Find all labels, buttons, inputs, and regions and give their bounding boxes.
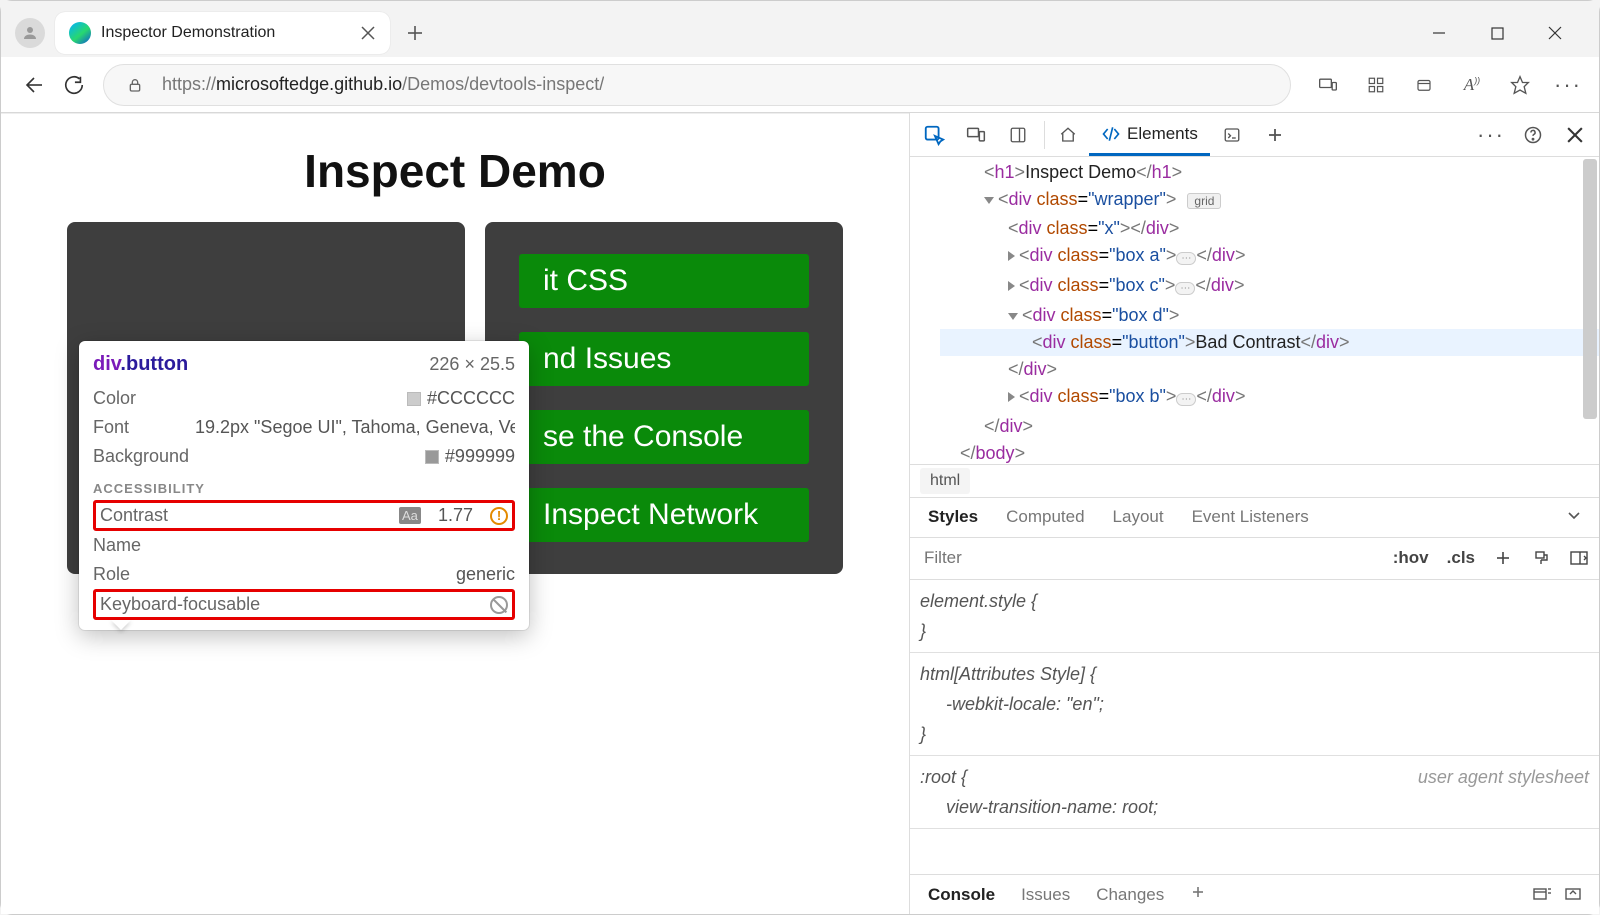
inspect-network-button[interactable]: Inspect Network	[519, 488, 809, 542]
tooltip-contrast-row: Contrast Aa 1.77 !	[93, 500, 515, 531]
address-bar[interactable]: https://microsoftedge.github.io/Demos/de…	[103, 64, 1291, 106]
drawer-collapse-icon[interactable]	[1533, 885, 1551, 905]
inspect-element-toggle[interactable]	[916, 117, 952, 153]
settings-menu-icon[interactable]: ···	[1473, 117, 1509, 153]
help-icon[interactable]	[1515, 117, 1551, 153]
tooltip-background-row: Background #999999	[93, 442, 515, 471]
console-drawer-tab[interactable]: Console	[928, 885, 995, 905]
back-button[interactable]	[19, 72, 45, 98]
read-aloud-icon[interactable]: A))	[1459, 72, 1485, 98]
devtools-panel: Elements ··· <h1>Inspect Demo</h1> <div …	[909, 113, 1599, 914]
tooltip-font-row: Font 19.2px "Segoe UI", Tahoma, Geneva, …	[93, 413, 515, 442]
refresh-button[interactable]	[61, 72, 87, 98]
dom-tree[interactable]: <h1>Inspect Demo</h1> <div class="wrappe…	[910, 157, 1599, 464]
welcome-tab[interactable]	[1047, 113, 1089, 156]
styles-pane[interactable]: element.style { } html[Attributes Style]…	[910, 580, 1599, 875]
close-tab-icon[interactable]	[360, 25, 376, 41]
styles-filter-bar: :hov .cls	[910, 538, 1599, 580]
tooltip-color-row: Color #CCCCCC	[93, 384, 515, 413]
nav-bar: https://microsoftedge.github.io/Demos/de…	[1, 57, 1599, 113]
more-tabs-button[interactable]	[1254, 113, 1296, 156]
more-subtabs-icon[interactable]	[1567, 507, 1581, 527]
favorites-icon[interactable]	[1507, 72, 1533, 98]
drawer-expand-icon[interactable]	[1565, 885, 1581, 905]
device-toolbar-toggle[interactable]	[958, 117, 994, 153]
tooltip-selector: div.button	[93, 353, 188, 376]
cls-toggle[interactable]: .cls	[1447, 548, 1475, 568]
drawer-tabs: Console Issues Changes	[910, 874, 1599, 914]
edit-css-button[interactable]: it CSS	[519, 254, 809, 308]
dom-breadcrumb[interactable]: html	[910, 464, 1599, 498]
styles-subtabs: Styles Computed Layout Event Listeners	[910, 498, 1599, 538]
issues-drawer-tab[interactable]: Issues	[1021, 885, 1070, 905]
event-listeners-subtab[interactable]: Event Listeners	[1192, 507, 1309, 527]
tooltip-dimensions: 226 × 25.5	[429, 354, 515, 375]
console-tab-icon[interactable]	[1210, 113, 1254, 156]
tooltip-role-row: Rolegeneric	[93, 560, 515, 589]
scrollbar-thumb[interactable]	[1583, 159, 1597, 419]
devtools-toolbar: Elements ···	[910, 113, 1599, 157]
styles-subtab[interactable]: Styles	[928, 507, 978, 527]
tab-bar: Inspector Demonstration	[1, 1, 1599, 57]
ban-icon	[490, 596, 508, 614]
devices-icon[interactable]	[1315, 72, 1341, 98]
hov-toggle[interactable]: :hov	[1393, 548, 1429, 568]
extensions-icon[interactable]	[1363, 72, 1389, 98]
page-title: Inspect Demo	[13, 144, 897, 198]
more-icon[interactable]: ···	[1555, 72, 1581, 98]
elements-tab[interactable]: Elements	[1089, 113, 1210, 156]
minimize-window-icon[interactable]	[1431, 25, 1447, 41]
box-right: it CSS nd Issues se the Console Inspect …	[485, 222, 843, 574]
dock-side-icon[interactable]	[1000, 117, 1036, 153]
tooltip-name-row: Name	[93, 531, 515, 560]
styles-filter-input[interactable]	[920, 544, 1387, 572]
warning-icon: !	[490, 507, 508, 525]
computed-subtab[interactable]: Computed	[1006, 507, 1084, 527]
accessibility-header: ACCESSIBILITY	[93, 481, 515, 496]
profile-avatar[interactable]	[15, 18, 45, 48]
maximize-window-icon[interactable]	[1489, 25, 1505, 41]
collections-icon[interactable]	[1411, 72, 1437, 98]
url-text: https://microsoftedge.github.io/Demos/de…	[162, 74, 604, 95]
more-drawer-tabs-icon[interactable]	[1190, 884, 1206, 905]
site-info-lock-icon[interactable]	[122, 72, 148, 98]
edge-favicon	[69, 22, 91, 44]
page-viewport: Inspect Demo Bad Contrast it CSS nd Issu…	[1, 113, 909, 914]
changes-drawer-tab[interactable]: Changes	[1096, 885, 1164, 905]
close-devtools-icon[interactable]	[1557, 117, 1593, 153]
computed-sidebar-icon[interactable]	[1569, 549, 1589, 567]
close-window-icon[interactable]	[1547, 25, 1563, 41]
paint-icon[interactable]	[1531, 549, 1551, 567]
browser-tab[interactable]: Inspector Demonstration	[55, 12, 390, 54]
tab-title: Inspector Demonstration	[101, 24, 350, 42]
tooltip-focusable-row: Keyboard-focusable	[93, 589, 515, 620]
new-tab-button[interactable]	[404, 22, 426, 44]
find-issues-button[interactable]: nd Issues	[519, 332, 809, 386]
inspector-tooltip: div.button 226 × 25.5 Color #CCCCCC Font…	[79, 341, 529, 630]
use-console-button[interactable]: se the Console	[519, 410, 809, 464]
new-style-rule-icon[interactable]	[1493, 549, 1513, 567]
layout-subtab[interactable]: Layout	[1113, 507, 1164, 527]
